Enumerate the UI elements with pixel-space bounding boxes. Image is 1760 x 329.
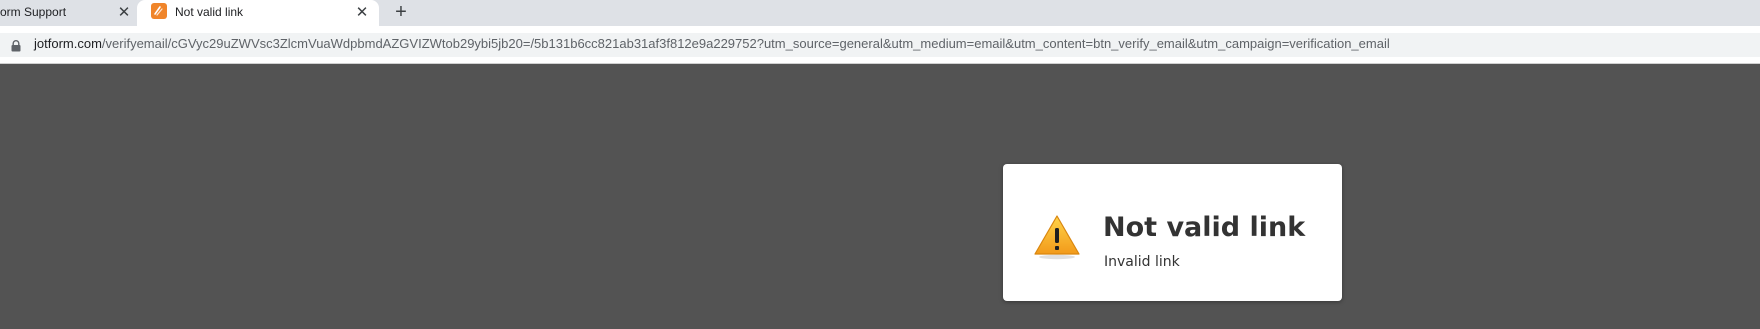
tab-title: Not valid link xyxy=(175,5,244,19)
tab-strip: orm Support ✕ Not valid link ✕ + xyxy=(0,0,1760,28)
tab-support[interactable]: orm Support ✕ xyxy=(0,0,137,26)
url-host: jotform.com xyxy=(34,36,102,51)
browser-toolbar: jotform.com/verifyemail/cGVyc29uZWVsc3Zl… xyxy=(0,26,1760,64)
tab-not-valid-link[interactable]: Not valid link ✕ xyxy=(137,0,379,28)
tab-title: orm Support xyxy=(0,5,67,19)
new-tab-button[interactable]: + xyxy=(390,1,412,23)
error-detail: Invalid link xyxy=(1104,254,1180,270)
close-icon[interactable]: ✕ xyxy=(352,3,372,23)
close-icon[interactable]: ✕ xyxy=(114,3,134,23)
error-card: Not valid link Invalid link xyxy=(1003,164,1342,301)
page-viewport xyxy=(0,65,1760,329)
url-path: /verifyemail/cGVyc29uZWVsc3ZlcmVuaWdpbmd… xyxy=(101,36,1390,51)
warning-icon xyxy=(1033,214,1081,265)
error-title: Not valid link xyxy=(1103,212,1306,243)
lock-icon[interactable] xyxy=(11,39,21,57)
jotform-favicon-icon xyxy=(151,3,167,19)
url-text[interactable]: jotform.com/verifyemail/cGVyc29uZWVsc3Zl… xyxy=(34,36,1390,51)
